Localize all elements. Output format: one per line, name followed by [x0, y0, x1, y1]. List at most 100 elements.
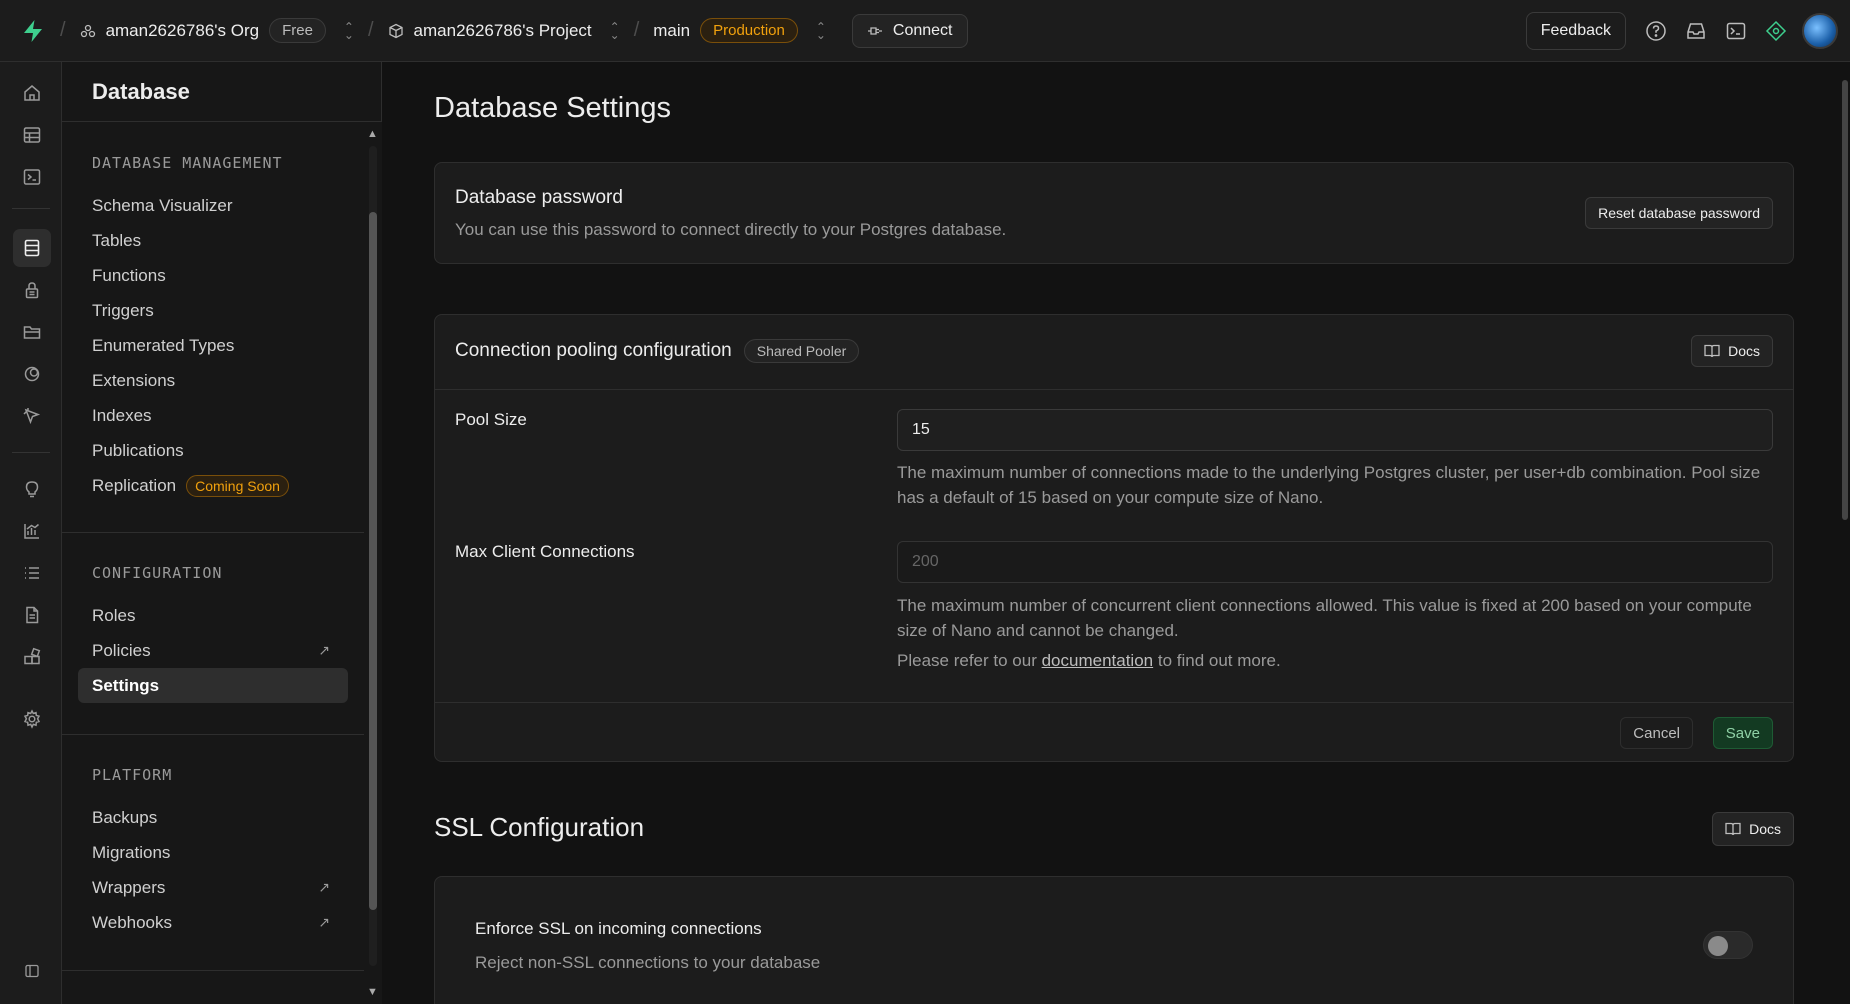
sidebar-item-migrations[interactable]: Migrations	[78, 835, 348, 870]
database-password-description: You can use this password to connect dir…	[455, 220, 1007, 239]
sidebar-section-database-management: DATABASE MANAGEMENT Schema Visualizer Ta…	[62, 154, 362, 503]
connect-button[interactable]: Connect	[851, 13, 968, 48]
help-icon[interactable]	[1636, 11, 1676, 51]
documentation-reference: Please refer to our documentation to fin…	[897, 651, 1281, 670]
home-icon[interactable]	[13, 74, 51, 112]
pooling-card-footer: Cancel Save	[435, 702, 1793, 762]
shared-pooler-badge: Shared Pooler	[743, 339, 860, 363]
enforce-ssl-toggle[interactable]	[1703, 931, 1753, 959]
logs-list-icon[interactable]	[13, 554, 51, 592]
project-name: aman2626786's Project	[413, 20, 592, 40]
main-scroll-thumb[interactable]	[1842, 80, 1848, 520]
connection-pooling-card: Connection pooling configuration Shared …	[434, 314, 1794, 762]
integrations-icon[interactable]	[13, 638, 51, 676]
supabase-logo-icon[interactable]	[20, 18, 46, 44]
sidebar-title: Database	[62, 62, 381, 122]
sql-editor-icon[interactable]	[13, 158, 51, 196]
max-client-connections-help: The maximum number of concurrent client …	[897, 596, 1752, 640]
project-switcher[interactable]: aman2626786's Project ⌃ ⌄	[388, 21, 620, 41]
table-editor-icon[interactable]	[13, 116, 51, 154]
sidebar-item-roles[interactable]: Roles	[78, 598, 348, 633]
database-password-card: Database password You can use this passw…	[434, 162, 1794, 264]
cancel-button[interactable]: Cancel	[1620, 717, 1693, 749]
sidebar-section-configuration: CONFIGURATION Roles Policies ↗ Settings	[62, 564, 362, 703]
ssl-enforce-card: Enforce SSL on incoming connections Reje…	[434, 876, 1794, 1004]
pool-size-help: The maximum number of connections made t…	[897, 463, 1761, 507]
save-button[interactable]: Save	[1712, 717, 1773, 749]
sidebar-item-triggers[interactable]: Triggers	[78, 293, 348, 328]
branch-name: main	[653, 20, 691, 40]
storage-folder-icon[interactable]	[13, 313, 51, 351]
org-name: aman2626786's Org	[105, 20, 260, 40]
database-password-title: Database password	[455, 187, 623, 208]
scroll-up-arrow-icon[interactable]: ▲	[367, 128, 378, 140]
collapse-sidebar-icon[interactable]	[13, 952, 51, 990]
connection-pooling-title: Connection pooling configuration	[455, 340, 732, 361]
enforce-ssl-description: Reject non-SSL connections to your datab…	[475, 953, 821, 972]
book-icon	[1725, 822, 1741, 836]
terminal-icon[interactable]	[1716, 11, 1756, 51]
scroll-down-arrow-icon[interactable]: ▼	[367, 986, 378, 998]
max-client-connections-label: Max Client Connections	[455, 542, 635, 561]
sidebar-item-extensions[interactable]: Extensions	[78, 363, 348, 398]
sidebar-section-platform: PLATFORM Backups Migrations Wrappers ↗ W…	[62, 766, 362, 940]
sidebar-scrollbar[interactable]: ▲ ▼	[364, 122, 382, 1004]
breadcrumb-separator: /	[367, 19, 374, 41]
reset-database-password-button[interactable]: Reset database password	[1585, 197, 1773, 229]
sidebar-item-policies[interactable]: Policies ↗	[78, 633, 348, 668]
sidebar-item-backups[interactable]: Backups	[78, 800, 348, 835]
sidebar-item-enumerated-types[interactable]: Enumerated Types	[78, 328, 348, 363]
database-sidebar: Database DATABASE MANAGEMENT Schema Visu…	[62, 62, 382, 1004]
sidebar-item-replication[interactable]: Replication Coming Soon	[78, 468, 348, 503]
sidebar-item-publications[interactable]: Publications	[78, 433, 348, 468]
sidebar-item-webhooks[interactable]: Webhooks ↗	[78, 905, 348, 940]
project-settings-gear-icon[interactable]	[13, 700, 51, 738]
auth-lock-icon[interactable]	[13, 271, 51, 309]
main-scrollbar[interactable]	[1840, 62, 1850, 1004]
sidebar-item-tables[interactable]: Tables	[78, 223, 348, 258]
environment-badge: Production	[700, 18, 798, 43]
database-icon[interactable]	[13, 229, 51, 267]
book-icon	[1704, 344, 1720, 358]
org-plan-badge: Free	[269, 18, 326, 43]
edge-functions-cursor-icon[interactable]	[13, 397, 51, 435]
sidebar-item-indexes[interactable]: Indexes	[78, 398, 348, 433]
realtime-icon[interactable]	[13, 355, 51, 393]
sidebar-section-heading: PLATFORM	[92, 766, 173, 784]
external-link-icon: ↗	[318, 914, 330, 930]
sidebar-section-heading: CONFIGURATION	[92, 564, 223, 582]
breadcrumb-separator: /	[633, 19, 640, 41]
top-bar: / aman2626786's Org Free ⌃ ⌄ / aman262678…	[0, 0, 1850, 62]
sidebar-item-functions[interactable]: Functions	[78, 258, 348, 293]
main-content: Database Settings Database password You …	[382, 62, 1850, 1004]
pool-size-label: Pool Size	[455, 410, 527, 429]
ssl-configuration-title: SSL Configuration	[434, 812, 645, 842]
chevron-updown-icon[interactable]: ⌃ ⌄	[816, 21, 826, 41]
documentation-link[interactable]: documentation	[1042, 651, 1154, 670]
page-title: Database Settings	[434, 92, 671, 124]
org-icon	[80, 24, 95, 37]
reports-chart-icon[interactable]	[13, 512, 51, 550]
pooling-docs-button[interactable]: Docs	[1691, 335, 1773, 367]
sidebar-scroll-thumb[interactable]	[369, 212, 377, 910]
sidebar-item-wrappers[interactable]: Wrappers ↗	[78, 870, 348, 905]
plug-icon	[867, 26, 882, 35]
user-avatar[interactable]	[1802, 12, 1838, 49]
sidebar-item-schema-visualizer[interactable]: Schema Visualizer	[78, 188, 348, 223]
inbox-icon[interactable]	[1676, 11, 1716, 51]
api-docs-icon[interactable]	[13, 596, 51, 634]
sidebar-item-settings[interactable]: Settings	[78, 668, 348, 703]
assistant-diamond-icon[interactable]	[1756, 11, 1796, 51]
toggle-knob	[1708, 936, 1728, 956]
chevron-updown-icon[interactable]: ⌃ ⌄	[344, 21, 354, 41]
ssl-docs-button[interactable]: Docs	[1712, 812, 1794, 846]
chevron-updown-icon[interactable]: ⌃ ⌄	[610, 21, 620, 41]
pool-size-input[interactable]: 15	[897, 409, 1773, 451]
external-link-icon: ↗	[318, 879, 330, 895]
branch-switcher[interactable]: main Production ⌃ ⌄	[653, 18, 826, 43]
org-switcher[interactable]: aman2626786's Org Free ⌃ ⌄	[80, 18, 354, 43]
max-client-connections-input: 200	[897, 541, 1773, 583]
advisors-lightbulb-icon[interactable]	[13, 470, 51, 508]
feedback-button[interactable]: Feedback	[1525, 11, 1626, 50]
breadcrumb-separator: /	[60, 19, 66, 41]
